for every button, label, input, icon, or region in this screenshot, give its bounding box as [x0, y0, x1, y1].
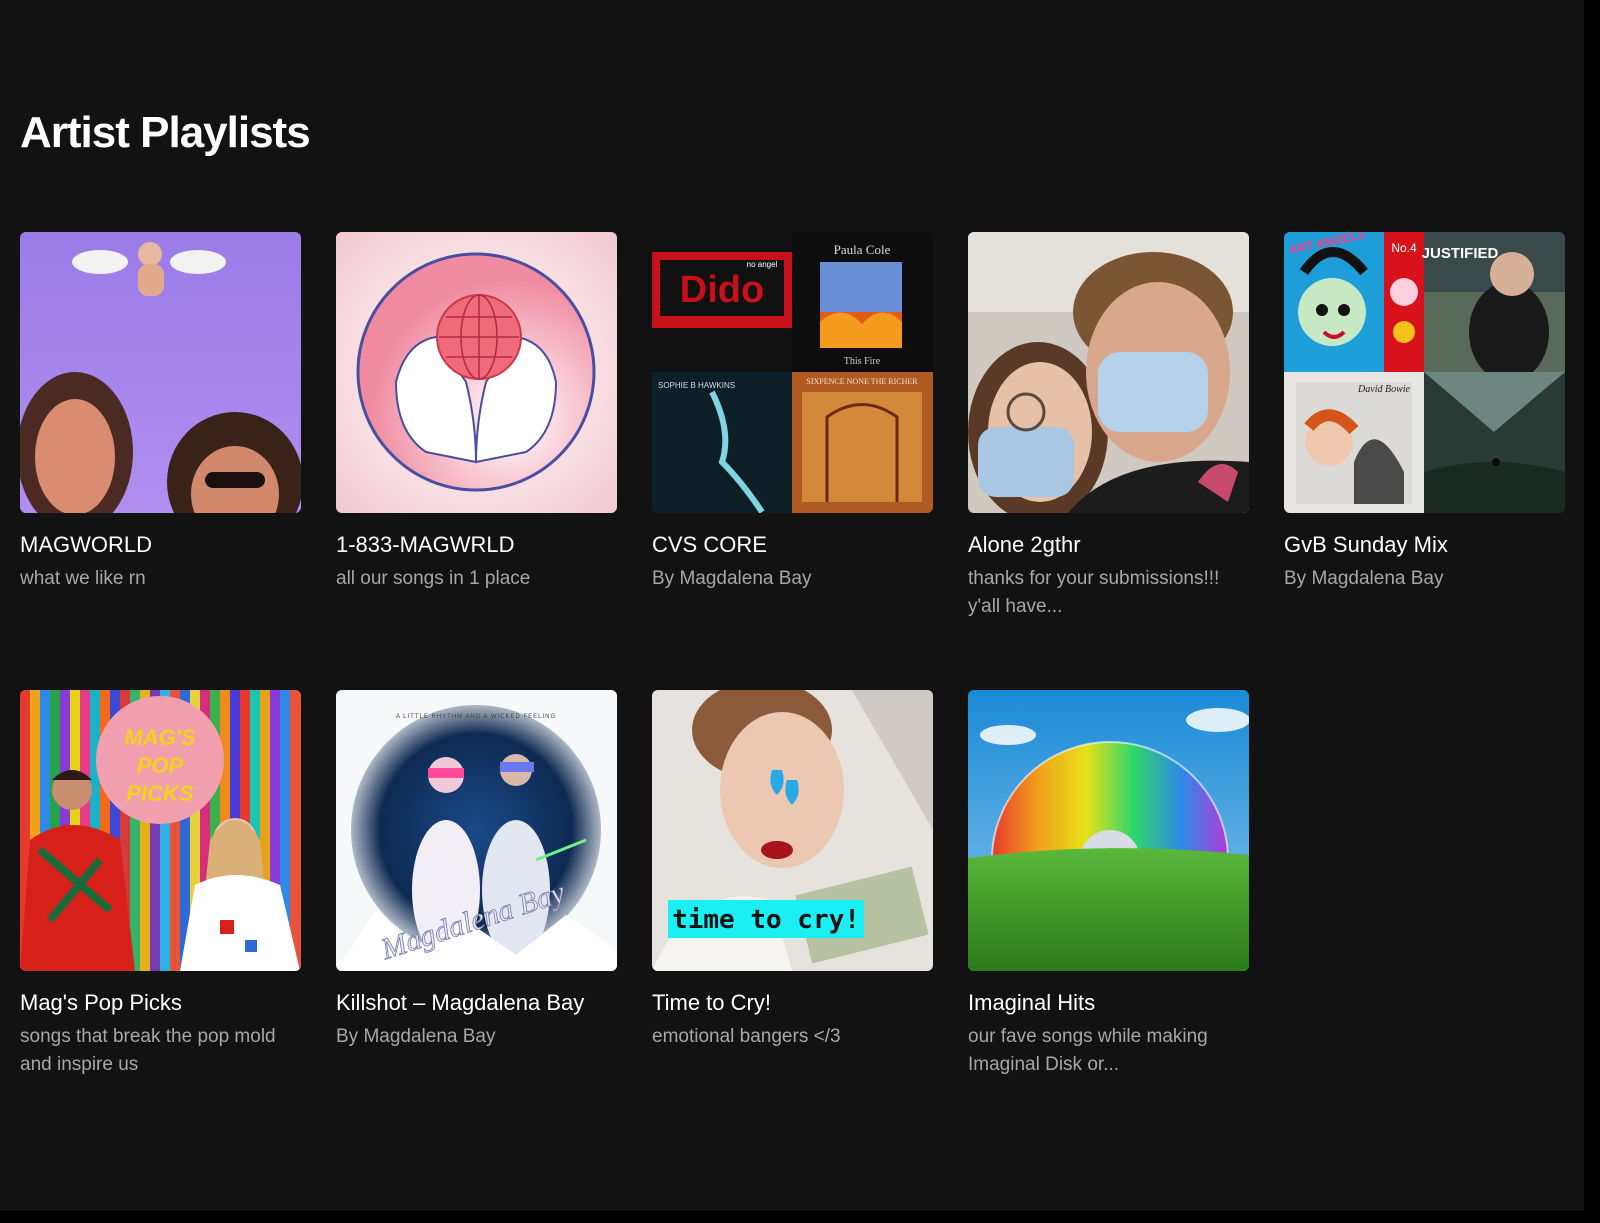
- playlist-description: emotional bangers </3: [652, 1026, 841, 1047]
- album-text: JUSTIFIED: [1422, 245, 1499, 262]
- playlist-name[interactable]: 1-833-MAGWRLD: [336, 529, 617, 561]
- cover-text: POP: [137, 753, 184, 778]
- rainbow-disc-cover-icon[interactable]: [968, 690, 1249, 971]
- playlist-name[interactable]: Mag's Pop Picks: [20, 987, 301, 1019]
- album-text: SIXPENCE NONE THE RICHER: [806, 377, 918, 386]
- album-text: no angel: [747, 260, 778, 269]
- playlist-card[interactable]: 1-833-MAGWRLD all our songs in 1 place: [336, 232, 617, 690]
- playlist-name[interactable]: Time to Cry!: [652, 987, 933, 1019]
- playlist-description: what we like rn: [20, 568, 146, 589]
- playlist-grid: MAGWORLD what we like rn 1-833-MAGWRLD a…: [20, 232, 1565, 1148]
- playlist-name[interactable]: Imaginal Hits: [968, 987, 1249, 1019]
- time-to-cry-cover-icon[interactable]: time to cry!: [652, 690, 933, 971]
- artist-playlists-page: Artist Playlists MAGWORLD what we like r…: [0, 0, 1600, 1223]
- playlist-name[interactable]: MAGWORLD: [20, 529, 301, 561]
- playlist-card[interactable]: ART ANGELS No.4 JUSTIFIED David Bowie Gv…: [1284, 232, 1565, 690]
- album-text: David Bowie: [1357, 384, 1410, 395]
- playlist-card[interactable]: Alone 2gthr thanks for your submissions!…: [968, 232, 1249, 690]
- playlist-description: By Magdalena Bay: [652, 568, 812, 589]
- playlist-description: all our songs in 1 place: [336, 568, 531, 589]
- playlist-card[interactable]: MAG'S POP PICKS Mag's Pop Picks songs th…: [20, 690, 301, 1148]
- cover-text: PICKS: [126, 781, 194, 806]
- cover-text: time to cry!: [672, 905, 860, 935]
- section-title: Artist Playlists: [20, 108, 311, 157]
- selfie-cover-icon[interactable]: [968, 232, 1249, 513]
- hands-globe-cover-icon[interactable]: [336, 232, 617, 513]
- album-mosaic-cover-icon[interactable]: ART ANGELS No.4 JUSTIFIED David Bowie: [1284, 232, 1565, 513]
- playlist-name[interactable]: Alone 2gthr: [968, 529, 1249, 561]
- pop-picks-cover-icon[interactable]: MAG'S POP PICKS: [20, 690, 301, 971]
- playlist-card[interactable]: time to cry! Time to Cry! emotional bang…: [652, 690, 933, 1148]
- album-text: Dido: [680, 269, 764, 311]
- album-text: SOPHIE B HAWKINS: [658, 381, 735, 390]
- playlist-name[interactable]: GvB Sunday Mix: [1284, 529, 1565, 561]
- album-text: This Fire: [844, 356, 881, 367]
- album-mosaic-cover-icon[interactable]: Dido no angel Paula Cole This Fire SOPHI…: [652, 232, 933, 513]
- window-edge: [1584, 0, 1600, 1223]
- cover-text: A LITTLE RHYTHM AND A WICKED FEELING: [396, 714, 556, 720]
- cover-text: MAG'S: [124, 725, 196, 750]
- playlist-card[interactable]: Imaginal Hits our fave songs while makin…: [968, 690, 1249, 1148]
- playlist-description: By Magdalena Bay: [336, 1026, 496, 1047]
- playlist-description: our fave songs while making Imaginal Dis…: [968, 1026, 1208, 1075]
- playlist-description: songs that break the pop mold and inspir…: [20, 1026, 276, 1075]
- album-text: Paula Cole: [834, 242, 891, 257]
- killshot-cover-icon[interactable]: A LITTLE RHYTHM AND A WICKED FEELING Mag…: [336, 690, 617, 971]
- playlist-card[interactable]: MAGWORLD what we like rn: [20, 232, 301, 690]
- playlist-name[interactable]: CVS CORE: [652, 529, 933, 561]
- album-text: No.4: [1391, 241, 1417, 255]
- window-edge: [0, 1211, 1600, 1223]
- playlist-name[interactable]: Killshot – Magdalena Bay: [336, 987, 617, 1019]
- playlist-description: thanks for your submissions!!! y'all hav…: [968, 568, 1220, 617]
- magworld-cover-icon[interactable]: [20, 232, 301, 513]
- playlist-description: By Magdalena Bay: [1284, 568, 1444, 589]
- playlist-card[interactable]: A LITTLE RHYTHM AND A WICKED FEELING Mag…: [336, 690, 617, 1148]
- playlist-card[interactable]: Dido no angel Paula Cole This Fire SOPHI…: [652, 232, 933, 690]
